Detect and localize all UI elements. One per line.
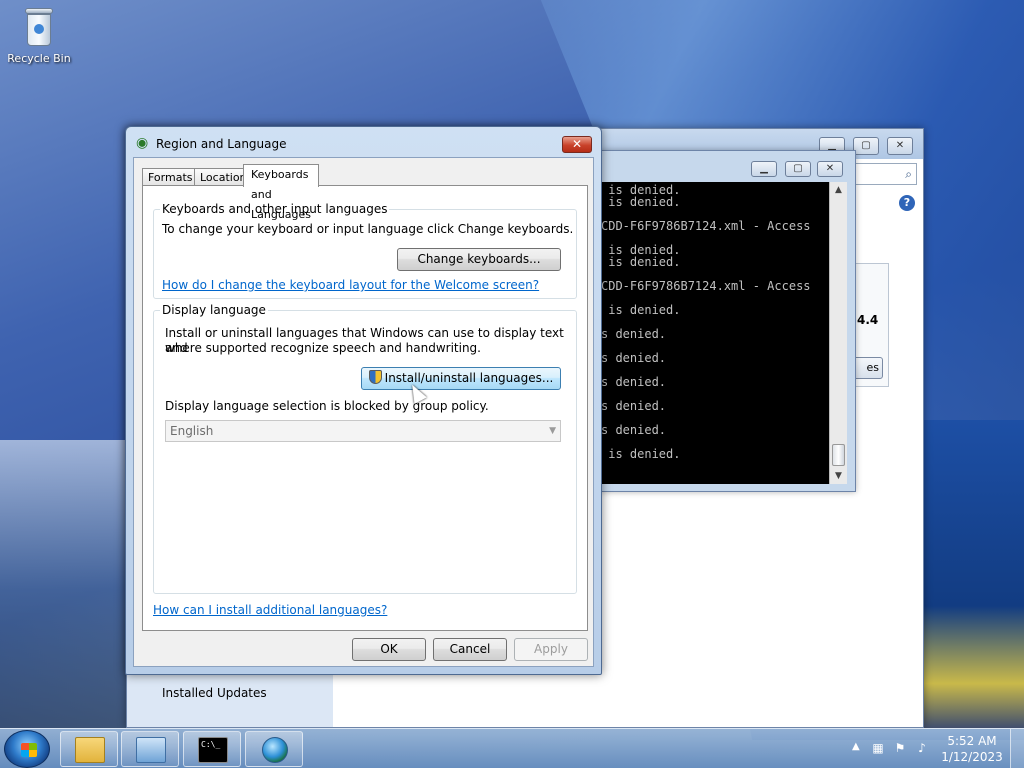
control-panel-icon	[136, 737, 166, 763]
show-desktop-button[interactable]	[1010, 729, 1024, 768]
installed-updates-link[interactable]: Installed Updates	[162, 686, 267, 700]
volume-icon[interactable]: ♪	[914, 741, 930, 755]
change-keyboards-button[interactable]: Change keyboards...	[397, 248, 561, 271]
scroll-up-arrow-icon[interactable]: ▲	[830, 182, 847, 198]
install-additional-languages-link[interactable]: How can I install additional languages?	[153, 603, 387, 617]
ok-button[interactable]: OK	[352, 638, 426, 661]
scroll-down-arrow-icon[interactable]: ▼	[830, 468, 847, 484]
uac-shield-icon	[368, 370, 382, 384]
close-button[interactable]: ✕	[887, 137, 913, 155]
partial-button[interactable]: es	[853, 357, 883, 379]
policy-blocked-text: Display language selection is blocked by…	[165, 399, 489, 413]
network-icon[interactable]: ▦	[870, 741, 886, 755]
windows-logo-icon	[21, 743, 37, 757]
install-uninstall-label: Install/uninstall languages...	[384, 371, 554, 385]
system-tray: ▲ ▦ ⚑ ♪ 5:52 AM 1/12/2023	[842, 729, 1024, 768]
keyboards-description: To change your keyboard or input languag…	[162, 222, 574, 236]
taskbar: C:\_ ▲ ▦ ⚑ ♪ 5:52 AM 1/12/2023	[0, 728, 1024, 768]
search-icon: ⌕	[905, 167, 912, 181]
clock-time: 5:52 AM	[947, 734, 997, 748]
welcome-screen-keyboard-link[interactable]: How do I change the keyboard layout for …	[162, 278, 539, 292]
display-language-select: English ▼	[165, 420, 561, 442]
help-icon[interactable]: ?	[899, 195, 915, 211]
region-language-dialog[interactable]: ◉ Region and Language ✕ Formats Location…	[125, 126, 602, 675]
globe-clock-icon: ◉	[136, 135, 149, 151]
recycle-bin-icon	[23, 6, 55, 48]
action-center-flag-icon[interactable]: ⚑	[892, 741, 908, 755]
apply-button[interactable]: Apply	[514, 638, 588, 661]
cmd-close-button[interactable]: ✕	[817, 161, 843, 177]
start-button[interactable]	[4, 730, 50, 768]
tab-page-keyboards: Keyboards and other input languages To c…	[142, 185, 588, 631]
maximize-button[interactable]: ▢	[853, 137, 879, 155]
display-language-value: English	[170, 424, 214, 438]
command-prompt-window[interactable]: ▁ ▢ ✕ is denied. is denied. CDD-F6F9786B…	[600, 150, 856, 492]
dialog-title: Region and Language	[156, 137, 287, 151]
dialog-body: Formats Location Keyboards and Languages…	[133, 157, 594, 667]
recycle-bin-label: Recycle Bin	[7, 52, 71, 65]
recycle-bin-desktop-icon[interactable]: Recycle Bin	[6, 6, 72, 65]
scrollbar-thumb[interactable]	[832, 444, 845, 466]
version-text: 4.4	[857, 313, 879, 327]
chevron-down-icon: ▼	[549, 426, 556, 436]
command-prompt-icon: C:\_	[198, 737, 228, 763]
scrollbar[interactable]: ▲ ▼	[829, 182, 847, 484]
install-uninstall-languages-button[interactable]: Install/uninstall languages...	[361, 367, 561, 390]
clock-date: 1/12/2023	[941, 750, 1003, 764]
show-hidden-icons-icon[interactable]: ▲	[852, 741, 860, 752]
taskbar-command-prompt-button[interactable]: C:\_	[183, 731, 241, 767]
taskbar-region-language-button[interactable]	[245, 731, 303, 767]
display-language-description-2: where supported recognize speech and han…	[165, 341, 481, 355]
console-output[interactable]: is denied. is denied. CDD-F6F9786B7124.x…	[601, 182, 829, 484]
folder-icon	[75, 737, 105, 763]
taskbar-explorer-button[interactable]	[60, 731, 118, 767]
cmd-maximize-button[interactable]: ▢	[785, 161, 811, 177]
cancel-button[interactable]: Cancel	[433, 638, 507, 661]
tab-keyboards-and-languages[interactable]: Keyboards and Languages	[243, 164, 320, 221]
globe-icon	[262, 737, 288, 763]
display-language-group-label: Display language	[160, 303, 268, 317]
tab-formats[interactable]: Formats	[142, 168, 199, 186]
taskbar-control-panel-button[interactable]	[121, 731, 179, 767]
close-button[interactable]: ✕	[562, 136, 592, 153]
clock[interactable]: 5:52 AM 1/12/2023	[940, 733, 1004, 765]
cmd-minimize-button[interactable]: ▁	[751, 161, 777, 177]
